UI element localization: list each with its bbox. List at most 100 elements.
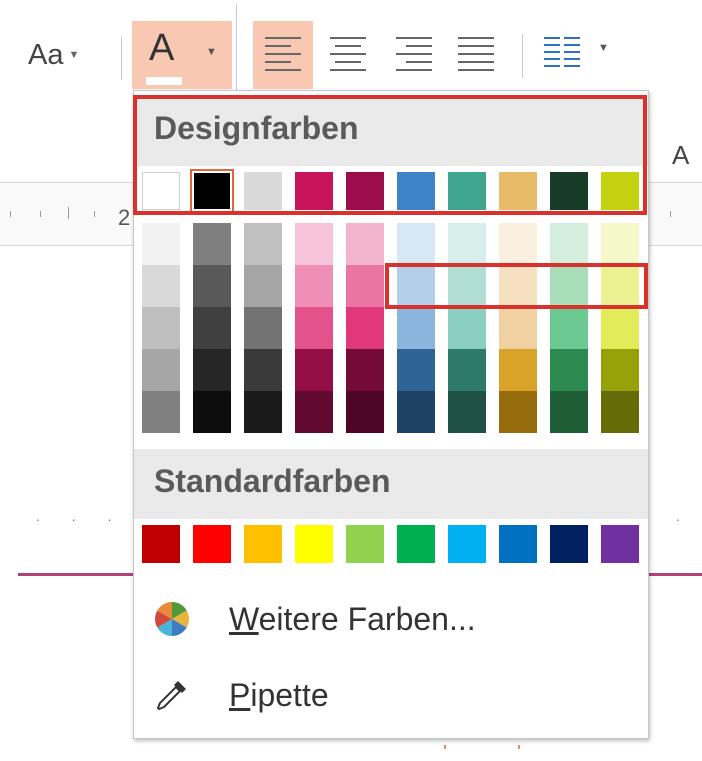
standard-color-swatch[interactable] (397, 525, 435, 563)
standard-color-swatch[interactable] (448, 525, 486, 563)
align-right-button[interactable] (384, 21, 444, 89)
shade-swatch[interactable] (142, 307, 180, 349)
eyedropper-item[interactable]: Pipette (134, 661, 648, 729)
shade-swatch[interactable] (601, 223, 639, 265)
shade-swatch[interactable] (346, 391, 384, 433)
design-color-swatch[interactable] (346, 172, 384, 210)
shade-swatch[interactable] (397, 223, 435, 265)
doc-marker (444, 745, 446, 749)
align-left-button[interactable] (253, 21, 313, 89)
shade-swatch[interactable] (499, 349, 537, 391)
shade-swatch[interactable] (142, 265, 180, 307)
justify-button[interactable] (446, 21, 506, 89)
standard-color-swatch[interactable] (244, 525, 282, 563)
eyedropper-text: ipette (250, 677, 329, 713)
shade-swatch[interactable] (244, 223, 282, 265)
shade-swatch[interactable] (295, 265, 333, 307)
color-wheel-icon (155, 602, 189, 636)
shade-swatch[interactable] (346, 349, 384, 391)
design-color-swatch[interactable] (448, 172, 486, 210)
shade-swatch[interactable] (550, 307, 588, 349)
shade-swatch[interactable] (499, 265, 537, 307)
eyedropper-accesskey: P (229, 677, 251, 713)
columns-button[interactable]: ▼ (538, 27, 610, 81)
shade-swatch[interactable] (601, 391, 639, 433)
chevron-down-icon: ▼ (598, 42, 609, 54)
shade-swatch[interactable] (295, 391, 333, 433)
shade-swatch[interactable] (295, 307, 333, 349)
standard-color-swatch[interactable] (346, 525, 384, 563)
shade-swatch[interactable] (550, 391, 588, 433)
standard-color-swatch[interactable] (295, 525, 333, 563)
design-color-swatch[interactable] (550, 172, 588, 210)
shade-swatch[interactable] (397, 265, 435, 307)
design-color-swatch[interactable] (244, 172, 282, 210)
shade-swatch[interactable] (448, 391, 486, 433)
shade-swatch[interactable] (550, 223, 588, 265)
shade-swatch[interactable] (448, 307, 486, 349)
chevron-down-icon: ▼ (206, 46, 217, 58)
shade-swatch[interactable] (193, 391, 231, 433)
design-color-swatch[interactable] (397, 172, 435, 210)
shade-swatch[interactable] (448, 349, 486, 391)
shade-swatch[interactable] (244, 265, 282, 307)
more-colors-text: eitere Farben... (258, 601, 476, 637)
design-color-swatch[interactable] (499, 172, 537, 210)
align-center-button[interactable] (318, 21, 378, 89)
shade-swatch[interactable] (142, 223, 180, 265)
design-color-swatch[interactable] (295, 172, 333, 210)
shade-swatch[interactable] (499, 307, 537, 349)
shade-swatch[interactable] (193, 349, 231, 391)
shade-swatch[interactable] (346, 265, 384, 307)
shade-swatch[interactable] (346, 223, 384, 265)
shade-swatch[interactable] (397, 307, 435, 349)
doc-guide-dots: . . . (36, 508, 126, 524)
standard-color-swatch[interactable] (193, 525, 231, 563)
standard-colors-title: Standardfarben (154, 463, 391, 499)
standard-color-swatch[interactable] (499, 525, 537, 563)
shade-swatch[interactable] (346, 307, 384, 349)
shade-swatch[interactable] (397, 349, 435, 391)
shade-swatch[interactable] (448, 265, 486, 307)
ribbon-separator (522, 34, 523, 78)
shade-swatch[interactable] (295, 223, 333, 265)
shade-swatch[interactable] (448, 223, 486, 265)
design-color-swatch[interactable] (190, 169, 234, 213)
eyedropper-label: Pipette (229, 677, 329, 714)
shade-swatch[interactable] (550, 349, 588, 391)
doc-guide-dots: . (676, 508, 694, 524)
shade-swatch[interactable] (244, 349, 282, 391)
font-color-button[interactable]: A ▼ (132, 21, 232, 89)
shade-swatch[interactable] (601, 307, 639, 349)
standard-color-swatch[interactable] (550, 525, 588, 563)
change-case-button[interactable]: Aa ▼ (28, 30, 79, 80)
shade-swatch[interactable] (244, 391, 282, 433)
design-colors-title: Designfarben (154, 110, 359, 146)
design-color-swatch[interactable] (601, 172, 639, 210)
ruler-number: 2 (118, 205, 131, 230)
shade-swatch[interactable] (193, 223, 231, 265)
shade-swatch[interactable] (601, 349, 639, 391)
shade-swatch[interactable] (193, 307, 231, 349)
shade-swatch[interactable] (397, 391, 435, 433)
shade-swatch[interactable] (193, 265, 231, 307)
design-colors-header: Designfarben (134, 96, 648, 166)
chevron-down-icon: ▼ (68, 49, 80, 61)
shade-swatch[interactable] (550, 265, 588, 307)
font-color-letter: A (149, 27, 175, 69)
shade-swatch[interactable] (499, 391, 537, 433)
shade-swatch[interactable] (295, 349, 333, 391)
shade-swatch[interactable] (142, 349, 180, 391)
font-color-indicator (146, 77, 182, 85)
standard-color-swatch[interactable] (601, 525, 639, 563)
more-colors-label: Weitere Farben... (229, 601, 476, 638)
shade-swatch[interactable] (244, 307, 282, 349)
font-color-dropdown: Designfarben Standardfarben Weitere Farb… (133, 90, 649, 739)
shade-swatch[interactable] (499, 223, 537, 265)
design-color-swatch[interactable] (142, 172, 180, 210)
shade-swatch[interactable] (601, 265, 639, 307)
more-colors-item[interactable]: Weitere Farben... (134, 585, 648, 653)
side-letter: A (672, 140, 690, 170)
standard-color-swatch[interactable] (142, 525, 180, 563)
shade-swatch[interactable] (142, 391, 180, 433)
